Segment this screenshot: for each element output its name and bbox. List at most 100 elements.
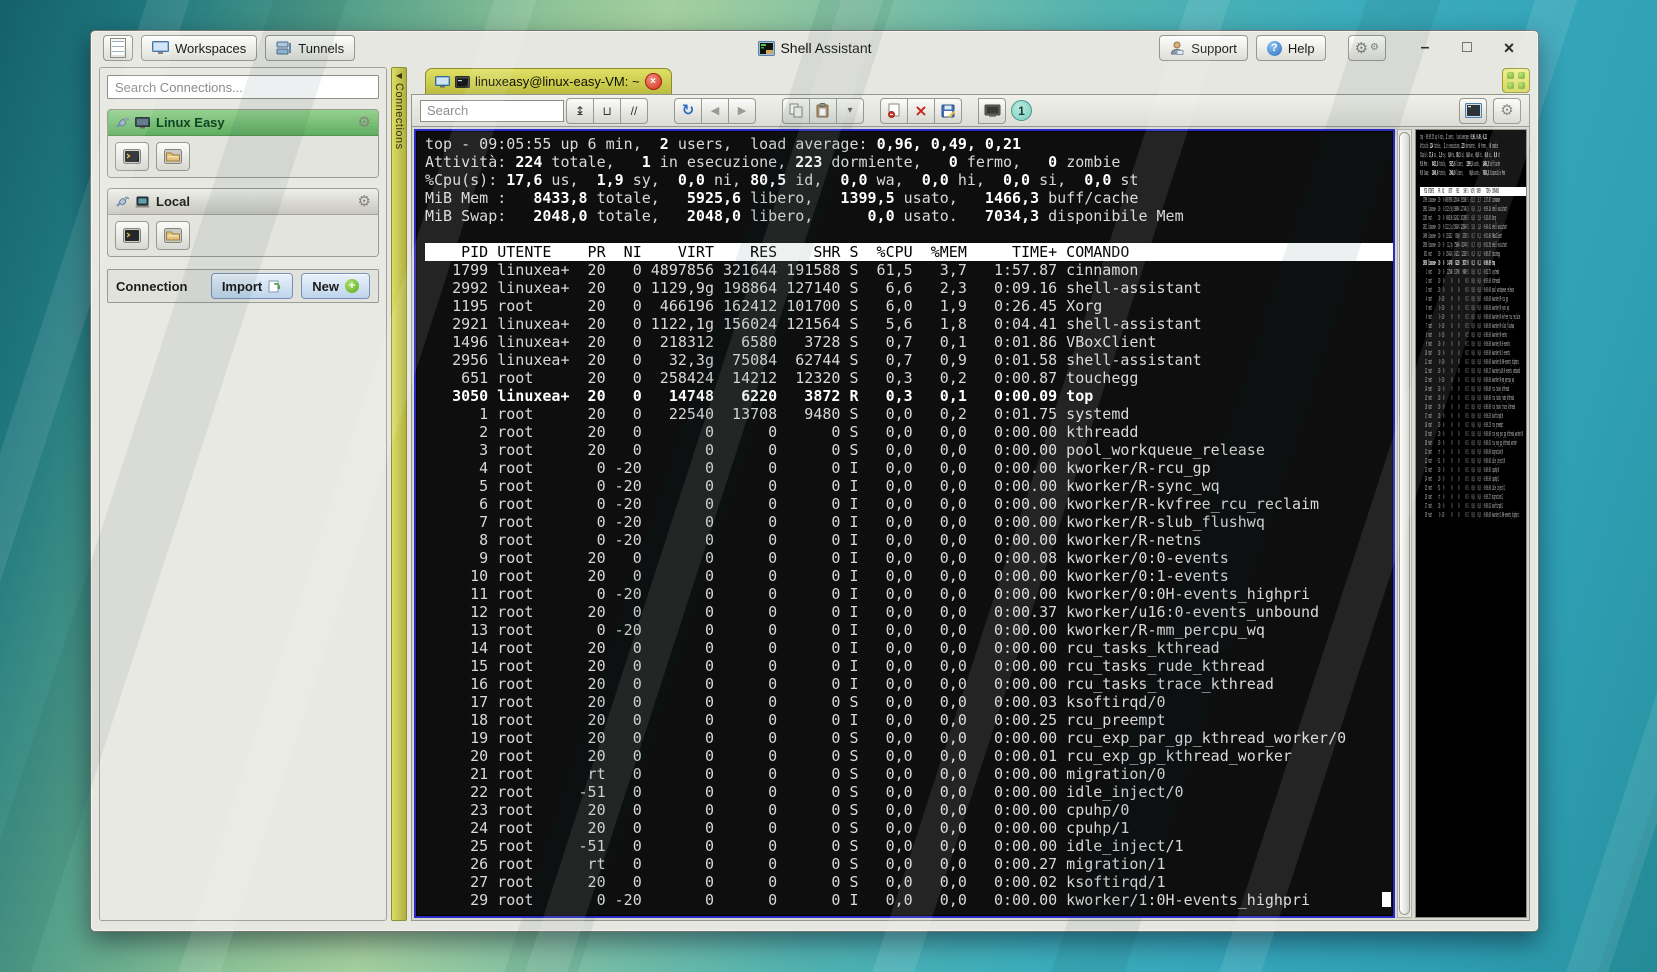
find-previous-button[interactable]: ◀: [702, 98, 729, 124]
monitor-gray-icon: [984, 104, 1001, 118]
monitor-icon: [152, 41, 169, 55]
chevron-down-icon: ▾: [847, 106, 852, 116]
fullscreen-terminal-button[interactable]: [978, 98, 1006, 124]
clipboard-menu-button[interactable]: ▾: [837, 98, 864, 124]
terminal-icon: [123, 149, 141, 164]
group-header-linux-easy[interactable]: Linux Easy ⚙: [108, 110, 378, 136]
new-terminal-window-button[interactable]: [1459, 98, 1487, 124]
regex-toggle[interactable]: //: [621, 98, 648, 124]
whole-word-toggle[interactable]: ⊔: [594, 98, 621, 124]
open-file-browser-button[interactable]: [156, 142, 190, 171]
close-session-button[interactable]: ×: [908, 98, 935, 124]
display-group: [978, 98, 1006, 124]
clear-terminal-button[interactable]: [880, 98, 908, 124]
help-label: Help: [1288, 41, 1315, 56]
connection-group-linux-easy: Linux Easy ⚙: [107, 109, 379, 178]
open-terminal-button[interactable]: [115, 142, 149, 171]
paste-icon: [816, 103, 830, 118]
terminal-region: top - 09:05:55 up 6 min, 2 users, load a…: [411, 127, 1530, 921]
connection-actions-row: Connection Import New +: [107, 269, 379, 303]
group-name: Linux Easy: [156, 115, 225, 130]
split-view-grid-button[interactable]: [1502, 68, 1530, 93]
app-window: Workspaces Tunnels Shell Assistant Suppo…: [90, 30, 1539, 932]
paste-button[interactable]: [810, 98, 837, 124]
new-label: New: [312, 279, 339, 294]
connections-strip-tab[interactable]: ◀ Connections: [391, 67, 407, 921]
desktop: Workspaces Tunnels Shell Assistant Suppo…: [0, 0, 1657, 972]
toolbar-right-buttons: ⚙: [1459, 98, 1521, 124]
workspaces-button[interactable]: Workspaces: [141, 35, 257, 61]
tab-bar: linuxeasy@linux-easy-VM: ~ ×: [411, 67, 1530, 94]
document-button[interactable]: [103, 35, 133, 61]
terminal-minimap[interactable]: top - 09:05:55 up 6 min, 2 users, load a…: [1415, 129, 1527, 918]
titlebar-left-buttons: Workspaces Tunnels: [103, 35, 355, 61]
minimize-button[interactable]: –: [1408, 39, 1442, 57]
terminal-output[interactable]: top - 09:05:55 up 6 min, 2 users, load a…: [416, 131, 1393, 909]
folder-icon: [164, 149, 182, 164]
clear-page-icon: [887, 103, 901, 118]
find-next-button[interactable]: ▶: [729, 98, 756, 124]
session-actions-group: ×: [880, 98, 962, 124]
workspaces-label: Workspaces: [175, 41, 246, 56]
help-button[interactable]: ? Help: [1256, 35, 1326, 61]
group-body-local: [108, 215, 378, 256]
titlebar: Workspaces Tunnels Shell Assistant Suppo…: [91, 31, 1538, 65]
connection-group-local: Local ⚙: [107, 188, 379, 257]
open-file-browser-button[interactable]: [156, 221, 190, 250]
tab-active-session[interactable]: linuxeasy@linux-easy-VM: ~ ×: [425, 68, 672, 94]
group-settings-icon[interactable]: ⚙: [358, 194, 371, 209]
support-button[interactable]: Support: [1159, 35, 1248, 61]
group-settings-icon[interactable]: ⚙: [358, 115, 371, 130]
open-terminal-button[interactable]: [115, 221, 149, 250]
terminal-cursor: [1382, 892, 1391, 907]
tunnels-button[interactable]: Tunnels: [265, 35, 355, 61]
plug-icon: [115, 196, 129, 208]
close-button[interactable]: ×: [1492, 38, 1526, 59]
tunnels-label: Tunnels: [298, 41, 344, 56]
new-connection-button[interactable]: New +: [301, 273, 370, 299]
support-label: Support: [1191, 41, 1237, 56]
refresh-button[interactable]: ↻: [674, 98, 702, 124]
connections-strip-label: Connections: [393, 83, 405, 150]
gears-small-icon: ⚙: [1370, 43, 1379, 53]
group-body-linux-easy: [108, 136, 378, 177]
monitor-small-icon: [135, 117, 150, 129]
plus-icon: +: [345, 279, 359, 293]
tab-close-button[interactable]: ×: [645, 73, 662, 90]
app-icon: [757, 41, 774, 56]
search-options-group: ↨ ⊔ //: [566, 98, 648, 124]
maximize-button[interactable]: □: [1450, 39, 1484, 57]
terminal-icon: [123, 228, 141, 243]
group-header-local[interactable]: Local ⚙: [108, 189, 378, 215]
minimap-content: top - 09:05:55 up 6 min, 2 users, load a…: [1420, 133, 1527, 520]
settings-button[interactable]: ⚙⚙: [1348, 35, 1386, 61]
terminal-settings-button[interactable]: ⚙: [1493, 98, 1521, 124]
import-label: Import: [222, 279, 262, 294]
terminal-screen[interactable]: top - 09:05:55 up 6 min, 2 users, load a…: [414, 129, 1395, 918]
monitor-icon: [435, 76, 450, 88]
import-connection-button[interactable]: Import: [211, 273, 293, 299]
save-floppy-icon: [941, 104, 955, 118]
terminal-window-icon: [1465, 103, 1482, 118]
refresh-icon: ↻: [682, 103, 695, 118]
search-nav-group: ↻ ◀ ▶: [674, 98, 756, 124]
terminal-panel: linuxeasy@linux-easy-VM: ~ × ↨ ⊔ // ↻ ◀ …: [411, 67, 1530, 921]
scrollbar-thumb[interactable]: [1399, 132, 1410, 915]
group-name: Local: [156, 194, 190, 209]
gears-icon: ⚙: [1500, 103, 1513, 118]
titlebar-right-buttons: Support ? Help ⚙⚙ – □ ×: [1159, 35, 1526, 61]
save-button[interactable]: [935, 98, 962, 124]
copy-button[interactable]: [782, 98, 810, 124]
laptop-icon: [135, 196, 150, 208]
arrow-right-icon: ▶: [738, 105, 746, 116]
connection-label: Connection: [116, 279, 203, 294]
gears-icon: ⚙: [1355, 41, 1368, 56]
terminal-search-input[interactable]: [420, 100, 564, 122]
arrow-left-icon: ◀: [711, 105, 719, 116]
tab-title: linuxeasy@linux-easy-VM: ~: [475, 74, 640, 89]
search-connections-input[interactable]: [107, 75, 379, 99]
plug-icon: [115, 117, 129, 129]
support-person-icon: [1170, 41, 1185, 55]
terminal-scrollbar[interactable]: [1397, 129, 1412, 918]
match-case-toggle[interactable]: ↨: [566, 98, 594, 124]
